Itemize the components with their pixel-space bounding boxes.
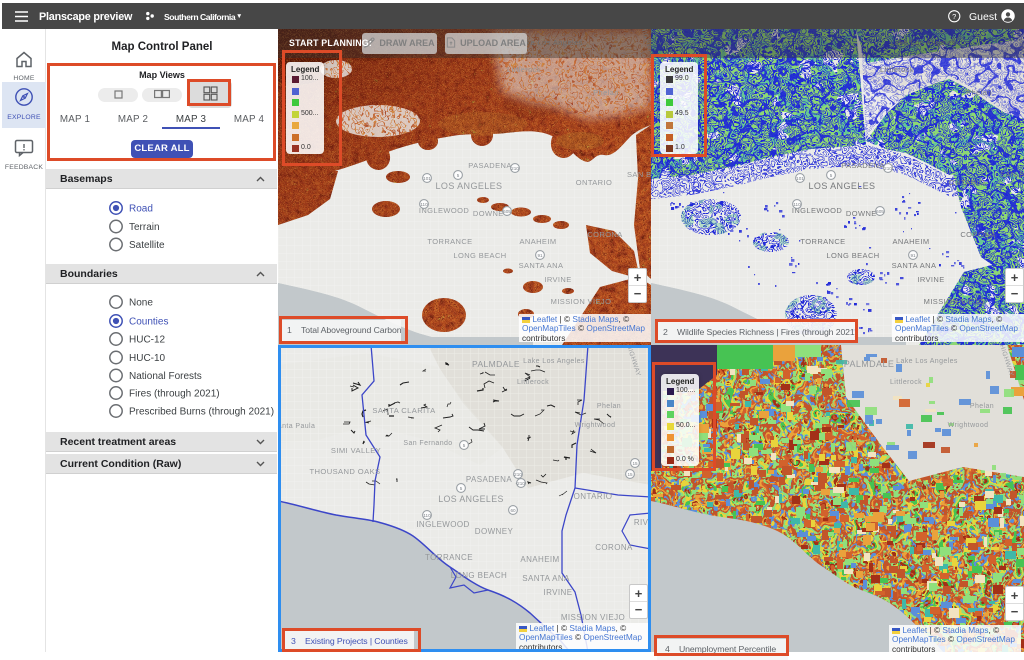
svg-text:PASADENA: PASADENA bbox=[468, 161, 512, 170]
svg-text:605: 605 bbox=[876, 209, 884, 214]
svg-text:Terrain: Terrain bbox=[129, 222, 160, 233]
svg-text:HUC-12: HUC-12 bbox=[129, 335, 166, 346]
svg-text:LOS ANGELES: LOS ANGELES bbox=[809, 181, 876, 191]
svg-text:PASADENA: PASADENA bbox=[841, 161, 885, 170]
svg-text:Littlerock: Littlerock bbox=[880, 65, 914, 74]
svg-text:Road: Road bbox=[129, 204, 153, 215]
svg-text:CORONA: CORONA bbox=[960, 230, 995, 239]
svg-text:?: ? bbox=[952, 12, 956, 21]
svg-text:110: 110 bbox=[420, 202, 428, 207]
svg-text:Littlerock: Littlerock bbox=[507, 65, 541, 74]
svg-text:MISSION VIEJO: MISSION VIEJO bbox=[551, 297, 612, 306]
svg-text:PALMDALE: PALMDALE bbox=[844, 359, 895, 369]
svg-text:605: 605 bbox=[503, 209, 511, 214]
svg-text:210: 210 bbox=[511, 166, 519, 171]
svg-text:MISSION VIEJO: MISSION VIEJO bbox=[924, 297, 985, 306]
svg-text:210: 210 bbox=[884, 166, 892, 171]
svg-text:Phelan: Phelan bbox=[966, 88, 992, 97]
svg-text:None: None bbox=[129, 298, 153, 309]
svg-text:LOS ANGELES: LOS ANGELES bbox=[436, 181, 503, 191]
svg-text:91: 91 bbox=[537, 253, 543, 258]
svg-text:HUC-10: HUC-10 bbox=[129, 353, 166, 364]
svg-text:SANTA ANA: SANTA ANA bbox=[892, 261, 937, 270]
svg-text:Phelan: Phelan bbox=[970, 403, 994, 410]
svg-text:LONG BEACH: LONG BEACH bbox=[826, 251, 879, 260]
svg-text:IRVINE: IRVINE bbox=[917, 275, 944, 284]
svg-text:Lake Los Angeles: Lake Los Angeles bbox=[896, 358, 958, 365]
svg-text:5: 5 bbox=[457, 173, 460, 178]
svg-text:ONTARIO: ONTARIO bbox=[949, 178, 985, 187]
svg-text:Littlerock: Littlerock bbox=[890, 379, 922, 386]
svg-text:SANTA ANA: SANTA ANA bbox=[519, 261, 564, 270]
svg-text:101: 101 bbox=[796, 176, 804, 181]
svg-text:Satellite: Satellite bbox=[129, 240, 165, 251]
svg-text:Prescribed Burns (through 2021: Prescribed Burns (through 2021) bbox=[129, 407, 274, 418]
svg-text:TORRANCE: TORRANCE bbox=[427, 237, 472, 246]
svg-text:Wrightwood: Wrightwood bbox=[948, 422, 989, 429]
svg-text:110: 110 bbox=[793, 202, 801, 207]
svg-text:TORRANCE: TORRANCE bbox=[800, 237, 845, 246]
svg-text:ONTARIO: ONTARIO bbox=[576, 178, 612, 187]
svg-text:SAN BE: SAN BE bbox=[1000, 170, 1024, 179]
svg-text:CORONA: CORONA bbox=[587, 230, 622, 239]
svg-text:Fires (through 2021): Fires (through 2021) bbox=[129, 389, 220, 400]
svg-text:ANAHEIM: ANAHEIM bbox=[893, 237, 930, 246]
svg-text:ANAHEIM: ANAHEIM bbox=[520, 237, 557, 246]
svg-text:Counties: Counties bbox=[129, 317, 168, 328]
svg-text:National Forests: National Forests bbox=[129, 371, 202, 382]
svg-text:5: 5 bbox=[830, 173, 833, 178]
svg-text:IRVINE: IRVINE bbox=[544, 275, 571, 284]
svg-text:101: 101 bbox=[423, 176, 431, 181]
svg-text:Phelan: Phelan bbox=[593, 88, 619, 97]
svg-text:SAN BE: SAN BE bbox=[627, 170, 651, 179]
svg-text:91: 91 bbox=[910, 253, 916, 258]
svg-text:LONG BEACH: LONG BEACH bbox=[453, 251, 506, 260]
